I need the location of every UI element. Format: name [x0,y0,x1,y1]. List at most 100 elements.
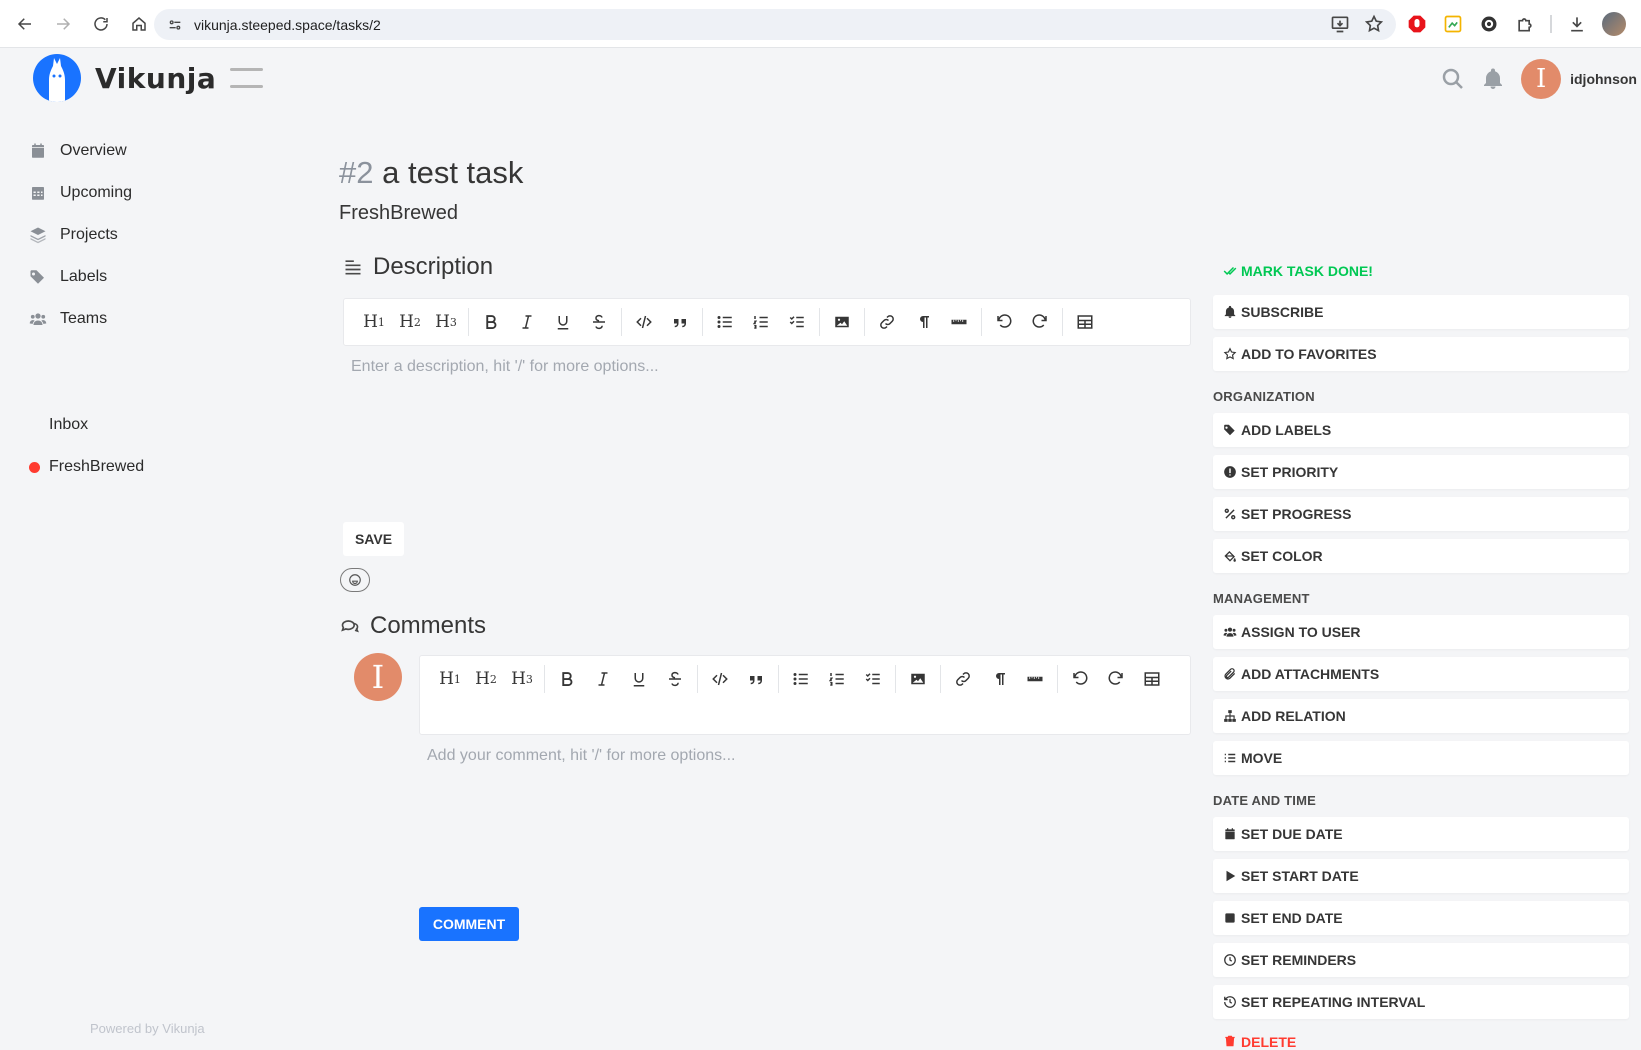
install-app-icon[interactable] [1330,14,1350,39]
link-icon [880,315,894,329]
move-button[interactable]: MOVE [1213,741,1629,775]
code-icon [636,315,652,329]
set-progress-button[interactable]: SET PROGRESS [1213,497,1629,531]
set-repeating-interval-button[interactable]: SET REPEATING INTERVAL [1213,985,1629,1019]
bold-button[interactable] [473,306,509,338]
redo-button[interactable] [1098,663,1134,695]
undo-button[interactable] [986,306,1022,338]
description-editor[interactable]: Enter a description, hit '/' for more op… [351,358,659,376]
set-start-date-button[interactable]: SET START DATE [1213,859,1629,893]
heading-3-button[interactable]: H3 [428,306,464,338]
set-color-button[interactable]: SET COLOR [1213,539,1629,573]
italic-icon [522,315,532,329]
italic-button[interactable] [585,663,621,695]
sidebar-item-upcoming[interactable]: Upcoming [0,172,300,214]
image-button[interactable] [824,306,860,338]
code-button[interactable] [626,306,662,338]
paragraph-button[interactable] [981,663,1017,695]
table-button[interactable] [1067,306,1103,338]
add-to-favorites-button[interactable]: ADD TO FAVORITES [1213,337,1629,371]
strikethrough-button[interactable] [581,306,617,338]
sidebar-project-inbox[interactable]: Inbox [0,404,300,446]
italic-button[interactable] [509,306,545,338]
sidebar-item-teams[interactable]: Teams [0,298,300,340]
heading-2-button[interactable]: H2 [468,663,504,695]
sidebar-item-labels[interactable]: Labels [0,256,300,298]
underline-button[interactable] [621,663,657,695]
image-button[interactable] [900,663,936,695]
heading-3-button[interactable]: H3 [504,663,540,695]
extension-red-icon[interactable] [1406,13,1428,35]
task-list-button[interactable] [855,663,891,695]
horizontal-rule-button[interactable] [1017,663,1053,695]
set-priority-button[interactable]: SET PRIORITY [1213,455,1629,489]
task-list-button[interactable] [779,306,815,338]
username[interactable]: idjohnson [1570,71,1637,87]
add-relation-button[interactable]: ADD RELATION [1213,699,1629,733]
set-reminders-button[interactable]: SET REMINDERS [1213,943,1629,977]
comment-button[interactable]: COMMENT [419,907,519,941]
bold-button[interactable] [549,663,585,695]
sidebar-item-label: Teams [60,310,108,327]
save-button[interactable]: SAVE [343,522,404,556]
bell-icon[interactable] [1481,67,1505,91]
user-avatar[interactable]: I [1521,59,1562,99]
bullet-list-button[interactable] [783,663,819,695]
sidebar-item-overview[interactable]: Overview [0,130,300,172]
extensions-puzzle-icon[interactable] [1514,13,1536,35]
extension-color-icon[interactable] [1442,13,1464,35]
heading-1-button[interactable]: H1 [432,663,468,695]
strikethrough-button[interactable] [657,663,693,695]
bookmark-star-icon[interactable] [1364,14,1384,39]
bullet-list-button[interactable] [707,306,743,338]
paragraph-button[interactable] [905,306,941,338]
download-icon[interactable] [1566,13,1588,35]
description-heading-text: Description [373,253,494,280]
emoji-reaction-button[interactable] [340,568,370,592]
ordered-list-button[interactable] [819,663,855,695]
reload-icon[interactable] [84,7,118,41]
date-time-heading: DATE AND TIME [1213,793,1316,808]
image-icon [835,316,849,328]
quote-button[interactable] [738,663,774,695]
set-due-date-button[interactable]: SET DUE DATE [1213,817,1629,851]
add-attachments-button[interactable]: ADD ATTACHMENTS [1213,657,1629,691]
menu-toggle-icon[interactable] [230,68,263,88]
subscribe-button[interactable]: SUBSCRIBE [1213,295,1629,329]
ordered-list-button[interactable] [743,306,779,338]
quote-button[interactable] [662,306,698,338]
comment-editor[interactable]: Add your comment, hit '/' for more optio… [427,747,735,765]
app-logo[interactable]: Vikunja [33,54,216,102]
forward-icon[interactable] [46,7,80,41]
horizontal-rule-button[interactable] [941,306,977,338]
task-project[interactable]: FreshBrewed [339,202,458,225]
search-icon[interactable] [1441,67,1465,91]
heading-1-button[interactable]: H1 [356,306,392,338]
underline-button[interactable] [545,306,581,338]
redo-button[interactable] [1022,306,1058,338]
description-toolbar: H1 H2 H3 [343,298,1191,346]
sidebar-item-projects[interactable]: Projects [0,214,300,256]
site-info-icon[interactable] [162,17,188,33]
app-name: Vikunja [95,61,217,95]
set-end-date-button[interactable]: SET END DATE [1213,901,1629,935]
mark-done-button[interactable]: MARK TASK DONE! [1213,254,1629,288]
link-button[interactable] [945,663,981,695]
home-icon[interactable] [122,7,156,41]
table-button[interactable] [1134,663,1170,695]
assign-to-user-button[interactable]: ASSIGN TO USER [1213,615,1629,649]
delete-button[interactable]: DELETE [1213,1030,1629,1050]
align-left-icon [345,260,361,275]
task-title[interactable]: a test task [382,155,523,190]
link-button[interactable] [869,306,905,338]
extension-gear-icon[interactable] [1478,13,1500,35]
code-button[interactable] [702,663,738,695]
sidebar-project-freshbrewed[interactable]: FreshBrewed [0,446,300,488]
add-labels-button[interactable]: ADD LABELS [1213,413,1629,447]
undo-button[interactable] [1062,663,1098,695]
address-bar[interactable]: vikunja.steeped.space/tasks/2 [154,9,1396,40]
heading-2-button[interactable]: H2 [392,306,428,338]
back-icon[interactable] [8,7,42,41]
bullet-list-icon [793,673,808,685]
browser-profile-avatar[interactable] [1602,12,1626,36]
